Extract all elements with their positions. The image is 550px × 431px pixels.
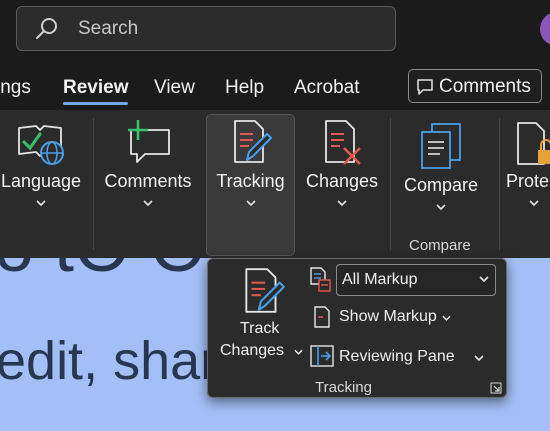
comments-ribbon-button[interactable]: Comments [100,110,196,258]
tab-review[interactable]: Review [63,77,129,105]
tracking-flyout: Track Changes All Markup Show Markup Rev… [207,258,507,398]
ribbon: Language Comments Tracking Changes Compa… [0,110,550,258]
comments-ribbon-label: Comments [104,171,192,191]
search-box[interactable]: Search [16,6,396,51]
changes-icon [325,120,361,165]
ribbon-tabs: ings Review View Help Acrobat Comments [0,62,550,110]
chevron-down-icon [36,200,46,206]
chevron-down-icon [529,200,539,206]
comments-button[interactable]: Comments [408,69,542,103]
tab-help[interactable]: Help [225,77,264,99]
tracking-button[interactable]: Tracking [206,110,295,258]
track-changes-button[interactable]: Track Changes [218,264,304,369]
document-text-line-2: edit, shar [0,331,219,391]
document-text-line-1: o tO O [0,258,206,288]
tracking-label: Tracking [216,171,285,191]
comments-button-label: Comments [439,76,531,97]
chevron-down-icon [442,315,451,321]
separator [93,118,94,250]
dialog-launcher-icon[interactable] [490,382,502,394]
reviewing-pane-label: Reviewing Pane [339,348,455,365]
protect-label: Prote [506,171,550,191]
changes-label: Changes [305,171,379,191]
chevron-down-icon [245,200,256,206]
track-changes-icon [233,120,272,163]
avatar[interactable] [540,12,550,46]
tab-acrobat[interactable]: Acrobat [294,77,359,99]
compare-label: Compare [403,175,479,195]
chevron-down-icon [436,204,446,210]
protect-icon [517,122,550,165]
show-markup-button[interactable]: Show Markup [308,303,458,331]
chevron-down-icon [479,276,489,282]
changes-button[interactable]: Changes [300,110,384,258]
track-changes-label-line-2: Changes [220,342,285,359]
separator [499,118,500,250]
search-placeholder: Search [78,18,139,39]
markup-display-dropdown[interactable]: All Markup [336,264,496,296]
language-label: Language [0,171,82,191]
chevron-down-icon [143,200,153,206]
title-bar: Search [0,0,550,62]
chevron-down-icon [474,355,484,361]
track-changes-icon [245,268,285,313]
show-markup-label: Show Markup [339,308,437,325]
language-button[interactable]: Language [0,110,82,258]
reviewing-pane-button[interactable]: Reviewing Pane [308,343,488,371]
tab-settings[interactable]: ings [0,77,31,99]
separator [390,118,391,250]
track-changes-label-line-1: Track [240,320,280,337]
new-comment-icon [128,120,170,163]
search-icon [36,18,57,39]
protect-button[interactable]: Prote [504,110,550,258]
reviewing-pane-icon [310,345,334,367]
tracking-group-label: Tracking [315,379,372,396]
compare-group-label: Compare [409,237,471,254]
tab-view[interactable]: View [154,77,195,99]
chevron-down-icon [294,349,303,355]
language-icon [18,125,64,165]
chevron-down-icon [337,200,347,206]
display-for-review-icon [310,267,331,292]
compare-button[interactable]: Compare [396,110,486,258]
show-markup-icon [314,306,330,328]
compare-icon [421,123,461,169]
markup-display-value: All Markup [342,271,418,288]
comment-icon [417,79,433,95]
